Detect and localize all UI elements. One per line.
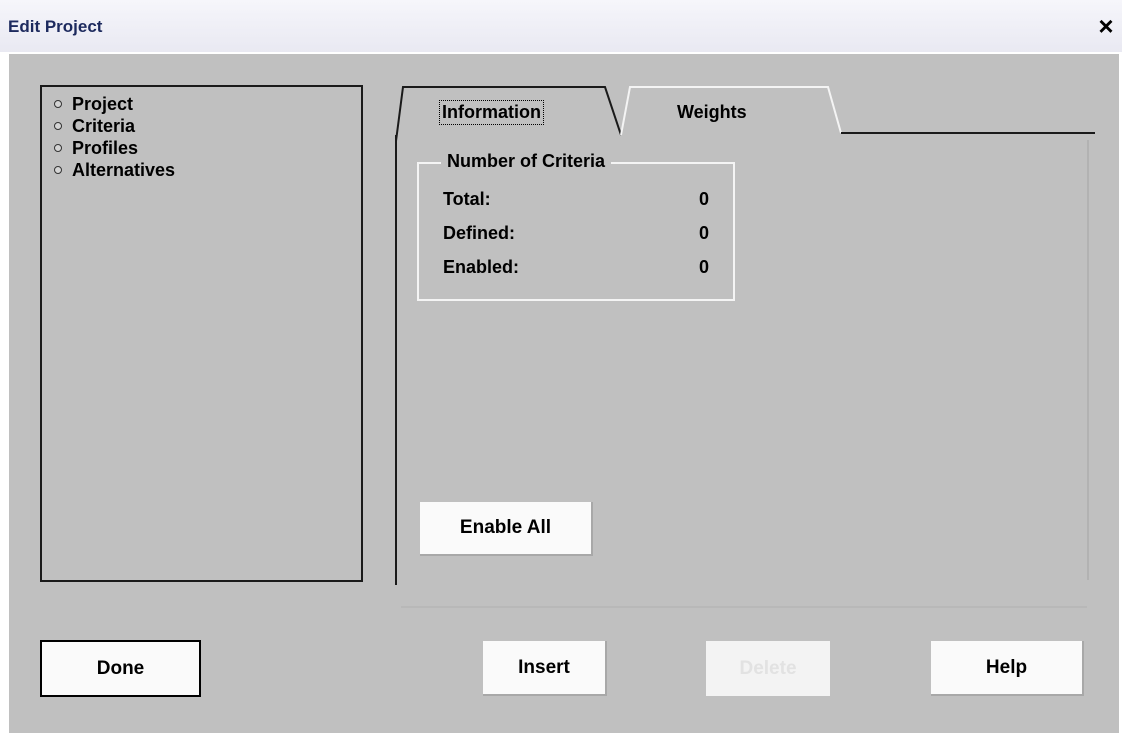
close-icon[interactable]: × [1093, 12, 1119, 40]
criteria-total-value: 0 [698, 189, 709, 209]
tab-panel-shadow [1087, 140, 1089, 580]
tree-item-label: Alternatives [72, 160, 176, 180]
dialog-body: Project Criteria Profiles Alternatives I… [9, 54, 1119, 733]
tab-panel-border [395, 135, 397, 585]
bullet-icon [54, 100, 62, 108]
bullet-icon [54, 144, 62, 152]
tree-item-label: Profiles [72, 138, 139, 158]
tab-panel-shadow-bottom [401, 606, 1087, 608]
tab-strip: Information Weights [395, 84, 1095, 142]
window-title: Edit Project [8, 17, 103, 36]
delete-button: Delete [706, 641, 830, 696]
criteria-defined-value: 0 [698, 223, 709, 243]
done-button[interactable]: Done [40, 640, 201, 697]
tree-item-criteria[interactable]: Criteria [54, 115, 175, 137]
bullet-icon [54, 166, 62, 174]
insert-button[interactable]: Insert [483, 641, 607, 696]
bullet-icon [54, 122, 62, 130]
criteria-total-label: Total: [443, 189, 491, 209]
criteria-defined-label: Defined: [443, 223, 515, 243]
enable-all-button[interactable]: Enable All [420, 502, 593, 556]
criteria-defined-row: Defined: 0 [443, 223, 709, 244]
criteria-enabled-row: Enabled: 0 [443, 257, 709, 278]
criteria-enabled-label: Enabled: [443, 257, 520, 277]
tree-item-project[interactable]: Project [54, 93, 175, 115]
tree-item-label: Project [72, 94, 134, 114]
criteria-group-legend: Number of Criteria [441, 151, 612, 172]
help-button[interactable]: Help [931, 641, 1084, 696]
title-bar: Edit Project × [0, 0, 1122, 52]
tree-item-profiles[interactable]: Profiles [54, 137, 175, 159]
tree-item-alternatives[interactable]: Alternatives [54, 159, 175, 181]
tab-information[interactable]: Information [439, 100, 544, 125]
criteria-enabled-value: 0 [698, 257, 709, 277]
tab-weights[interactable]: Weights [677, 102, 747, 123]
criteria-total-row: Total: 0 [443, 189, 709, 210]
navigation-tree: Project Criteria Profiles Alternatives [40, 85, 363, 582]
tree-item-label: Criteria [72, 116, 136, 136]
